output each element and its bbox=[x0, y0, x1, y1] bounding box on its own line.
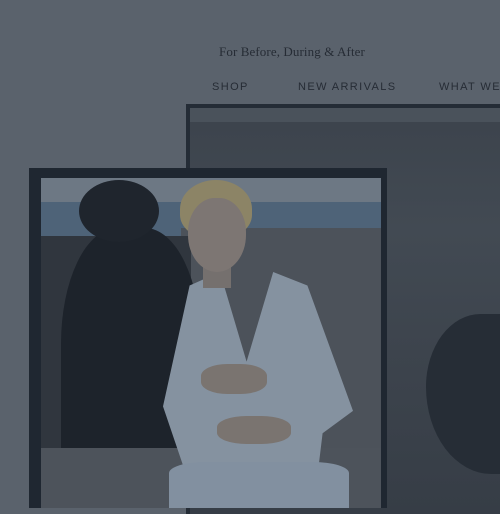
nav-item-shop[interactable]: SHOP bbox=[212, 81, 249, 93]
nav-item-what-we[interactable]: WHAT WE bbox=[439, 81, 500, 93]
site-tagline: For Before, During & After bbox=[219, 44, 365, 59]
model-face bbox=[188, 198, 246, 272]
model-hand-lower bbox=[217, 416, 291, 444]
photo-shadow-head bbox=[79, 180, 159, 242]
photo-sky-strip bbox=[190, 108, 500, 122]
hero-photo-primary[interactable] bbox=[29, 168, 387, 508]
main-navigation: SHOP NEW ARRIVALS WHAT WE bbox=[0, 81, 500, 97]
nav-item-new-arrivals[interactable]: NEW ARRIVALS bbox=[298, 81, 397, 93]
model-photo bbox=[41, 178, 381, 508]
model-hand-upper bbox=[201, 364, 267, 394]
model-shorts bbox=[169, 462, 349, 508]
